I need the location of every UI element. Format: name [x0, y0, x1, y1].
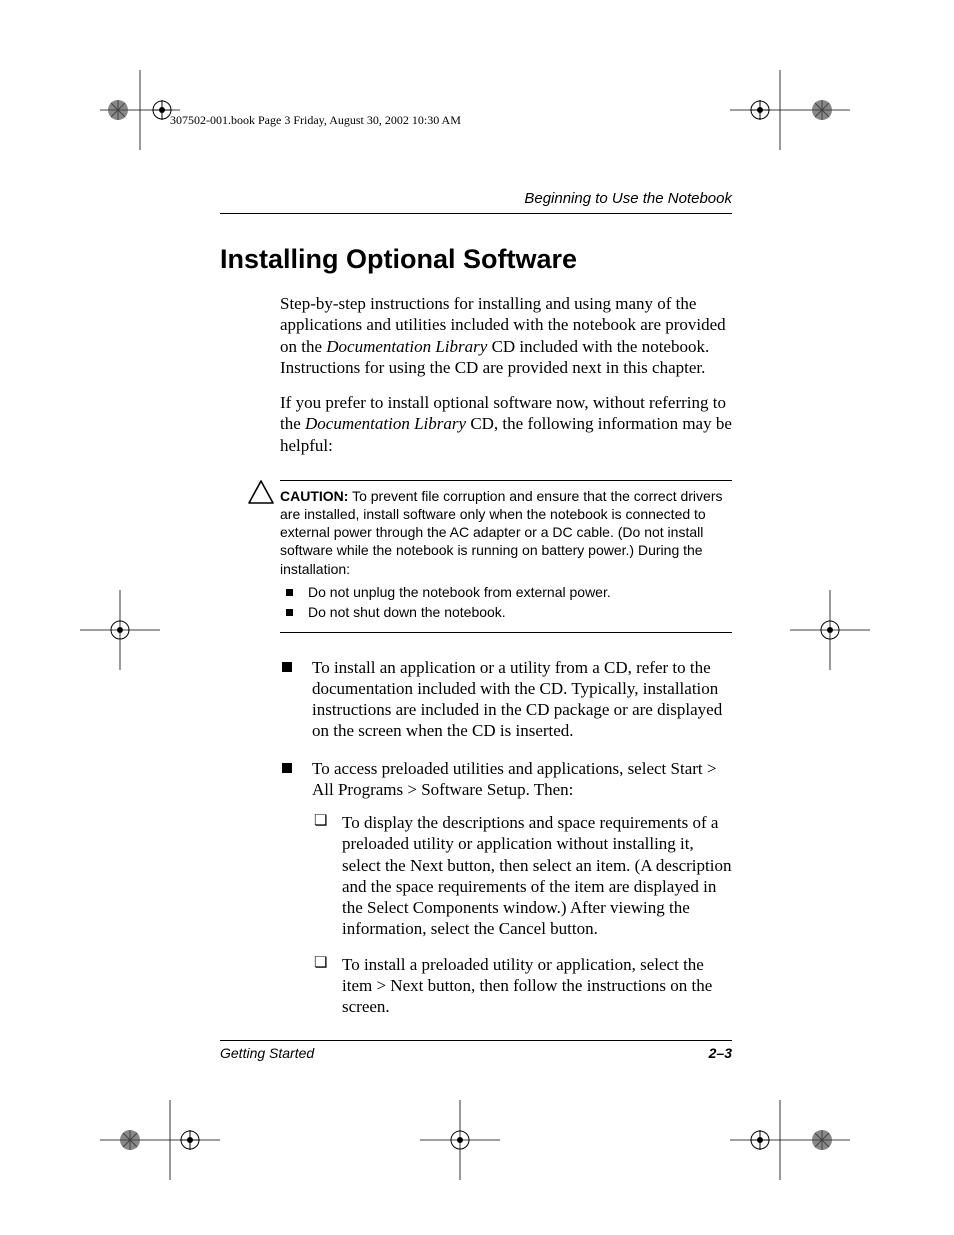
caution-icon	[248, 480, 274, 509]
footer-left: Getting Started	[220, 1045, 314, 1061]
list-item: Do not shut down the notebook.	[280, 604, 732, 620]
list-item: To install a preloaded utility or applic…	[312, 954, 732, 1018]
text: To access preloaded utilities and applic…	[312, 759, 716, 799]
emphasis: Documentation Library	[326, 337, 487, 356]
footer-rule	[220, 1040, 732, 1041]
list-item: To install an application or a utility f…	[280, 657, 732, 742]
crop-mark-icon	[80, 590, 160, 670]
page-content: Beginning to Use the Notebook Installing…	[220, 190, 732, 1033]
page-footer: Getting Started 2–3	[220, 1040, 732, 1061]
page-number: 2–3	[709, 1045, 732, 1061]
caution-block: CAUTION: To prevent file corruption and …	[280, 470, 732, 643]
text: To install an application or a utility f…	[312, 658, 722, 741]
crop-mark-icon	[100, 1100, 180, 1180]
emphasis: Documentation Library	[305, 414, 466, 433]
section-heading: Installing Optional Software	[220, 244, 732, 275]
list-item: Do not unplug the notebook from external…	[280, 584, 732, 600]
sub-bullet-list: To display the descriptions and space re…	[312, 812, 732, 1017]
crop-mark-icon	[730, 70, 810, 150]
crop-mark-icon	[730, 1100, 810, 1180]
header-rule	[220, 213, 732, 214]
caution-label: CAUTION:	[280, 488, 348, 504]
chapter-title: Beginning to Use the Notebook	[220, 190, 732, 207]
list-item: To access preloaded utilities and applic…	[280, 758, 732, 1018]
crop-mark-icon	[420, 1100, 500, 1180]
caution-list: Do not unplug the notebook from external…	[280, 584, 732, 620]
list-item: To display the descriptions and space re…	[312, 812, 732, 940]
paragraph: If you prefer to install optional softwa…	[280, 392, 732, 456]
paragraph: Step-by-step instructions for installing…	[280, 293, 732, 378]
caution-bottom-rule	[280, 632, 732, 633]
main-bullet-list: To install an application or a utility f…	[280, 657, 732, 1018]
crop-mark-icon	[790, 590, 870, 670]
crop-mark-icon	[100, 70, 180, 150]
caution-text: CAUTION: To prevent file corruption and …	[280, 487, 732, 578]
print-header-stamp: 307502-001.book Page 3 Friday, August 30…	[170, 113, 461, 128]
